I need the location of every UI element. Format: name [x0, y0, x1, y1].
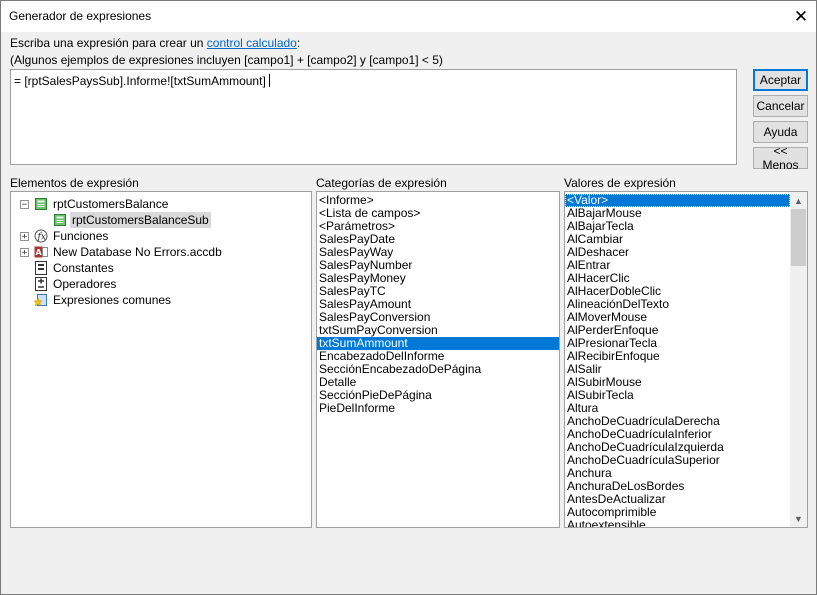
cancel-button[interactable]: Cancelar	[753, 95, 808, 117]
expression-values-list[interactable]: <Valor> AlBajarMouse AlBajarTecla AlCambiar…	[564, 191, 808, 528]
help-button[interactable]: Ayuda	[753, 121, 808, 143]
window-title: Generador de expresiones	[9, 9, 152, 23]
tree-item-label: Funciones	[53, 229, 109, 243]
scroll-up-icon[interactable]: ▲	[790, 192, 807, 209]
scroll-down-icon[interactable]: ▼	[790, 510, 807, 527]
text-caret	[268, 74, 270, 87]
value-item[interactable]: AlSubirTecla	[565, 389, 790, 402]
tree-item-label: Operadores	[53, 277, 117, 291]
values-list-content: <Valor> AlBajarMouse AlBajarTecla AlCambiar…	[565, 192, 790, 528]
collapse-icon[interactable]: −	[20, 200, 29, 210]
database-icon: A	[34, 245, 48, 259]
values-scrollbar[interactable]: ▲ ▼	[790, 192, 807, 527]
categories-label: Categorías de expresión	[316, 176, 447, 190]
expand-icon[interactable]: +	[20, 232, 29, 242]
report-icon	[53, 213, 67, 227]
expression-input[interactable]: = [rptSalesPaysSub].Informe![txtSumAmmou…	[10, 69, 737, 165]
svg-text:A: A	[36, 248, 43, 257]
elements-label: Elementos de expresión	[10, 176, 139, 190]
tree-item-label: rptCustomersBalanceSub	[70, 212, 211, 228]
tree-item-label: Constantes	[53, 261, 114, 275]
tree-item-new-database-no-errors-accdb[interactable]: + A New Database No Errors.accdb	[11, 244, 307, 260]
tree-item-expresiones-comunes[interactable]: Expresiones comunes	[11, 292, 307, 308]
common-expressions-icon	[33, 293, 48, 307]
svg-text:fx: fx	[37, 233, 46, 243]
function-icon: fx	[34, 229, 48, 243]
scroll-thumb[interactable]	[791, 209, 806, 266]
instructions-colon: :	[296, 36, 301, 50]
operators-icon	[34, 277, 48, 291]
tree-item-label: New Database No Errors.accdb	[53, 245, 222, 259]
category-item[interactable]: PieDelInforme	[317, 402, 559, 415]
expression-builder-dialog: Generador de expresiones ✕ Escriba una e…	[0, 0, 817, 595]
tree-item-operadores[interactable]: Operadores	[11, 276, 307, 292]
values-label: Valores de expresión	[564, 176, 676, 190]
tree-item-funciones[interactable]: + fx Funciones	[11, 228, 307, 244]
tree-item-label: rptCustomersBalance	[53, 197, 169, 211]
tree-item-rptcustomersbalancesub[interactable]: rptCustomersBalanceSub	[11, 212, 307, 228]
instructions-text: Escriba una expresión para crear un	[10, 36, 207, 50]
instructions-line-2: (Algunos ejemplos de expresiones incluye…	[10, 53, 443, 67]
instructions-line-1: Escriba una expresión para crear un cont…	[10, 36, 300, 50]
expand-icon[interactable]: +	[20, 248, 29, 258]
expression-elements-tree[interactable]: − rptCustomersBalance rptCustomersBalanceS…	[10, 191, 312, 528]
tree-item-constantes[interactable]: Constantes	[11, 260, 307, 276]
value-item[interactable]: Autoextensible	[565, 519, 790, 528]
close-icon[interactable]: ✕	[786, 1, 816, 32]
tree-item-rptcustomersbalance[interactable]: − rptCustomersBalance	[11, 196, 307, 212]
expression-text: = [rptSalesPaysSub].Informe![txtSumAmmou…	[14, 74, 266, 88]
constants-icon	[34, 261, 48, 275]
expression-categories-list[interactable]: <Informe> <Lista de campos> <Parámetros> Sa…	[316, 191, 560, 528]
calculated-control-link[interactable]: control calculado	[207, 36, 297, 50]
report-icon	[34, 197, 48, 211]
less-button[interactable]: << Menos	[753, 144, 808, 172]
accept-button[interactable]: Aceptar	[753, 69, 808, 91]
tree-item-label: Expresiones comunes	[53, 293, 172, 307]
title-bar: Generador de expresiones ✕	[1, 1, 816, 32]
